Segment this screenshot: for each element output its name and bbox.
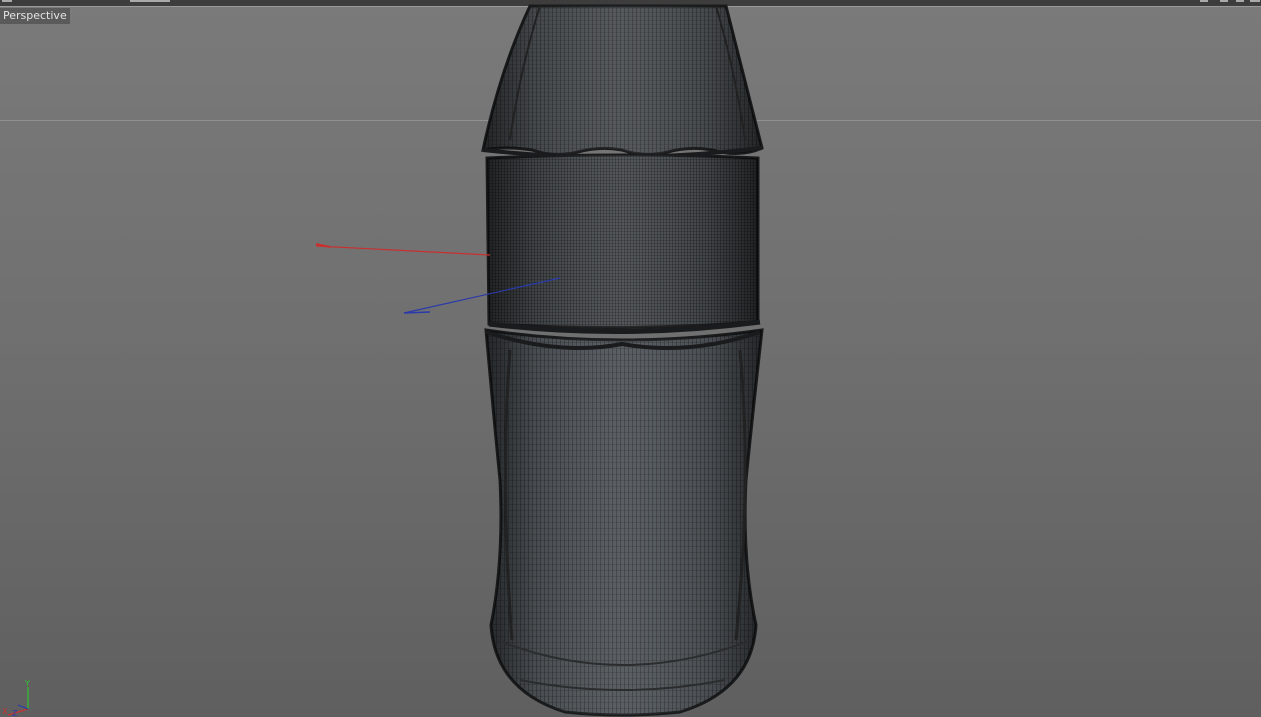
3d-viewport[interactable]: Perspective Y X Z [0,0,1261,717]
axis-gizmo-icon: Y X Z [2,679,30,717]
x-axis-handle [315,245,491,256]
bottle-label-band[interactable] [485,153,761,335]
gizmo-x-label: X [2,707,8,716]
scene-canvas[interactable] [0,0,1261,717]
gizmo-y-label: Y [24,679,30,688]
gizmo-z-label: Z [12,709,18,717]
bottle-neck[interactable] [481,4,764,160]
bottle-body[interactable] [484,328,764,717]
